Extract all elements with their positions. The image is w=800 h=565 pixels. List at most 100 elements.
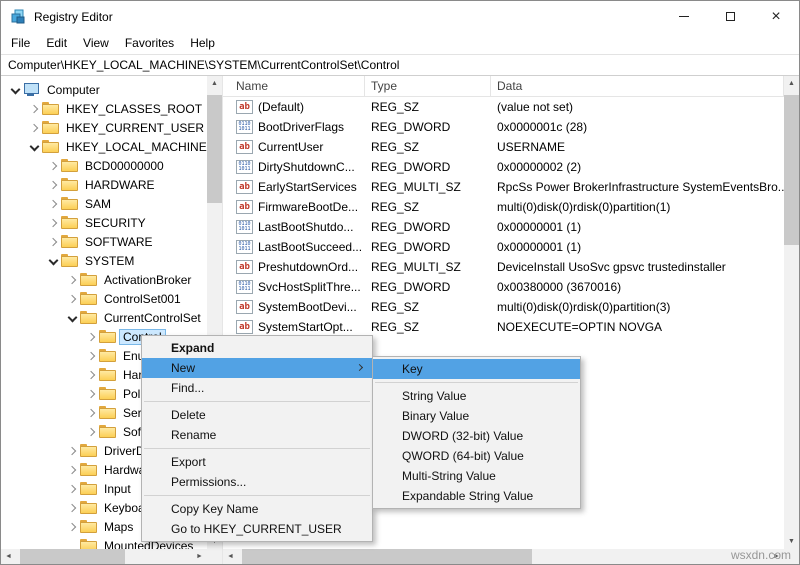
folder-icon [80,482,97,495]
value-row-systembootdevi[interactable]: ab SystemBootDevi... REG_SZ multi(0)disk(0)… [223,297,784,317]
list-vscroll-thumb[interactable] [784,95,799,245]
chevron-collapsed-icon[interactable] [45,158,61,174]
value-row-preshutdownord[interactable]: ab PreshutdownOrd... REG_MULTI_SZ DeviceIns… [223,257,784,277]
tree-item-bcd00000000[interactable]: BCD00000000 [1,156,207,175]
chevron-collapsed-icon[interactable] [64,462,80,478]
new-submenu-item-multi-string-value[interactable]: Multi-String Value [373,466,580,486]
chevron-collapsed-icon[interactable] [45,177,61,193]
column-header-data[interactable]: Data [491,76,784,96]
chevron-expanded-icon[interactable] [64,310,80,326]
tree-item-software[interactable]: SOFTWARE [1,232,207,251]
list-horizontal-scrollbar[interactable] [223,549,784,564]
value-row-currentuser[interactable]: ab CurrentUser REG_SZ USERNAME [223,137,784,157]
scroll-up-icon[interactable] [784,76,799,91]
tree-item-hkey-local-machine[interactable]: HKEY_LOCAL_MACHINE [1,137,207,156]
value-row-systemstartopt[interactable]: ab SystemStartOpt... REG_SZ NOEXECUTE=OPTIN… [223,317,784,337]
value-row-firmwarebootde[interactable]: ab FirmwareBootDe... REG_SZ multi(0)disk(0)… [223,197,784,217]
scroll-right-icon[interactable] [192,549,207,564]
list-hscroll-thumb[interactable] [242,549,532,564]
new-submenu-item-dword-32-bit-value[interactable]: DWORD (32-bit) Value [373,426,580,446]
scroll-left-icon[interactable] [223,549,238,564]
close-button[interactable] [753,1,799,32]
tree-item-hkey-current-user[interactable]: HKEY_CURRENT_USER [1,118,207,137]
context-menu-item-find[interactable]: Find... [142,378,372,398]
tree-horizontal-scrollbar[interactable] [1,549,207,564]
value-name-cell: ab SystemBootDevi... [223,300,365,314]
chevron-collapsed-icon[interactable] [45,234,61,250]
tree-item-hardware[interactable]: HARDWARE [1,175,207,194]
context-menu-item-expand[interactable]: Expand [142,338,372,358]
menu-view[interactable]: View [75,33,117,53]
new-submenu-item-string-value[interactable]: String Value [373,386,580,406]
new-submenu-item-key[interactable]: Key [373,359,580,379]
list-hscroll-track[interactable] [238,549,769,564]
menu-edit[interactable]: Edit [38,33,75,53]
chevron-collapsed-icon[interactable] [83,424,99,440]
context-menu-item-go-to-hkey-current-user[interactable]: Go to HKEY_CURRENT_USER [142,519,372,539]
tree-item-activationbroker[interactable]: ActivationBroker [1,270,207,289]
chevron-collapsed-icon[interactable] [26,120,42,136]
maximize-button[interactable] [707,1,753,32]
tree-item-sam[interactable]: SAM [1,194,207,213]
minimize-button[interactable] [661,1,707,32]
chevron-collapsed-icon[interactable] [64,272,80,288]
chevron-collapsed-icon[interactable] [64,500,80,516]
string-value-icon: ab [236,100,253,114]
scrollbar-corner [207,549,222,564]
tree-item-currentcontrolset[interactable]: CurrentControlSet [1,308,207,327]
context-menu-item-copy-key-name[interactable]: Copy Key Name [142,499,372,519]
column-header-type[interactable]: Type [365,76,491,96]
tree-item-security[interactable]: SECURITY [1,213,207,232]
context-menu-item-delete[interactable]: Delete [142,405,372,425]
dword-value-icon: 0110 1011 [236,120,253,134]
chevron-collapsed-icon[interactable] [64,481,80,497]
chevron-collapsed-icon[interactable] [83,386,99,402]
chevron-collapsed-icon[interactable] [83,329,99,345]
chevron-collapsed-icon[interactable] [64,519,80,535]
new-submenu-item-expandable-string-value[interactable]: Expandable String Value [373,486,580,506]
value-row-lastbootsucceed[interactable]: 0110 1011 LastBootSucceed... REG_DWORD 0x000… [223,237,784,257]
chevron-expanded-icon[interactable] [26,139,42,155]
context-menu-item-export[interactable]: Export [142,452,372,472]
column-header-name[interactable]: Name [223,76,365,96]
context-menu-item-new[interactable]: New [142,358,372,378]
chevron-collapsed-icon[interactable] [45,196,61,212]
address-input[interactable] [1,55,799,75]
value-row-dirtyshutdownc[interactable]: 0110 1011 DirtyShutdownC... REG_DWORD 0x0000… [223,157,784,177]
chevron-collapsed-icon[interactable] [64,291,80,307]
value-type: REG_DWORD [371,240,451,254]
menu-help[interactable]: Help [182,33,223,53]
new-submenu-item-qword-64-bit-value[interactable]: QWORD (64-bit) Value [373,446,580,466]
tree-item-system[interactable]: SYSTEM [1,251,207,270]
chevron-collapsed-icon[interactable] [45,215,61,231]
value-row-default[interactable]: ab (Default) REG_SZ (value not set) [223,97,784,117]
tree-vscroll-thumb[interactable] [207,95,222,203]
list-vscroll-track[interactable] [784,91,799,534]
value-row-earlystartservices[interactable]: ab EarlyStartServices REG_MULTI_SZ RpcSs Po… [223,177,784,197]
scroll-down-icon[interactable] [784,534,799,549]
tree-item-computer[interactable]: Computer [1,80,207,99]
tree-hscroll-thumb[interactable] [20,549,125,564]
tree-item-controlset001[interactable]: ControlSet001 [1,289,207,308]
chevron-collapsed-icon[interactable] [83,367,99,383]
list-vertical-scrollbar[interactable] [784,76,799,549]
chevron-collapsed-icon[interactable] [64,443,80,459]
chevron-expanded-icon[interactable] [45,253,61,269]
chevron-expanded-icon[interactable] [7,82,23,98]
scroll-up-icon[interactable] [207,76,222,91]
value-name-cell: 0110 1011 DirtyShutdownC... [223,160,365,174]
context-menu-item-rename[interactable]: Rename [142,425,372,445]
tree-item-hkey-classes-root[interactable]: HKEY_CLASSES_ROOT [1,99,207,118]
chevron-collapsed-icon[interactable] [26,101,42,117]
tree-hscroll-track[interactable] [16,549,192,564]
menu-favorites[interactable]: Favorites [117,33,182,53]
chevron-collapsed-icon[interactable] [83,348,99,364]
scroll-left-icon[interactable] [1,549,16,564]
context-menu-item-permissions[interactable]: Permissions... [142,472,372,492]
chevron-collapsed-icon[interactable] [83,405,99,421]
value-row-lastbootshutdo[interactable]: 0110 1011 LastBootShutdo... REG_DWORD 0x0000… [223,217,784,237]
menu-file[interactable]: File [3,33,38,53]
value-row-bootdriverflags[interactable]: 0110 1011 BootDriverFlags REG_DWORD 0x000000… [223,117,784,137]
value-row-svchostsplitthre[interactable]: 0110 1011 SvcHostSplitThre... REG_DWORD 0x00… [223,277,784,297]
new-submenu-item-binary-value[interactable]: Binary Value [373,406,580,426]
